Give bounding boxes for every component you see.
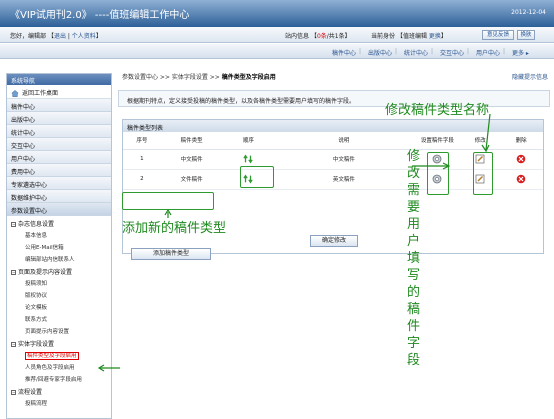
messages-label: 站内信息 (285, 33, 310, 40)
messages-total: /共1条 (326, 33, 345, 40)
row-type: 中文稿件 (160, 149, 223, 170)
sidebar-group-journal-info[interactable]: − 杂志信息设置 (7, 216, 111, 228)
delete-icon[interactable] (516, 154, 526, 164)
nav-item-more[interactable]: 更多 ▸ (512, 48, 529, 57)
sidebar-subitem-template[interactable]: 论文模板 (7, 300, 111, 312)
header-no: 序号 (123, 132, 161, 150)
nav-item-users[interactable]: 用户中心 (476, 48, 500, 57)
sidebar-item-interaction[interactable]: 交互中心 (7, 138, 111, 151)
logout-link[interactable]: 退出 (54, 33, 66, 40)
switch-skin-button[interactable]: 换肤 (517, 30, 535, 40)
nav-divider: | (431, 48, 434, 55)
feedback-button[interactable]: 意见反馈 (482, 30, 514, 40)
sidebar-group-entity-fields[interactable]: − 实体字段设置 (7, 336, 111, 348)
sidebar-item-expert-selection[interactable]: 专家遴选中心 (7, 177, 111, 190)
sidebar-subitem-public-email[interactable]: 公用E-Mail信箱 (7, 240, 111, 252)
highlight-order-row (240, 166, 274, 188)
sidebar-item-statistics[interactable]: 统计中心 (7, 125, 111, 138)
nav-item-interaction[interactable]: 交互中心 (440, 48, 464, 57)
sidebar-subitem-guidelines[interactable]: 投稿须知 (7, 276, 111, 288)
annotation-add: 添加新的稿件类型 (122, 221, 227, 236)
sidebar-title: 系统导航 (7, 74, 111, 85)
sidebar-home[interactable]: 返回工作桌面 (7, 85, 111, 99)
header-delete: 删除 (499, 132, 543, 150)
sidebar-subitem-roles[interactable]: 人员角色及字段启用 (7, 360, 111, 372)
highlight-gear-column (427, 152, 449, 195)
profile-link[interactable]: 个人资料 (72, 33, 96, 40)
panel-title: 稿件类型列表 (123, 120, 543, 132)
header-edit: 修改 (461, 132, 500, 150)
messages-count[interactable]: 0条 (317, 33, 327, 40)
greeting-text: 您好，编辑部 (10, 33, 47, 40)
row-description: 英文稿件 (274, 169, 414, 190)
breadcrumb-current: 稿件类型及字段启用 (221, 74, 276, 81)
row-description: 中文稿件 (274, 149, 414, 170)
nav-divider: | (359, 48, 362, 55)
sidebar-subitem-contact[interactable]: 联系方式 (7, 312, 111, 324)
sidebar-item-fees[interactable]: 费用中心 (7, 164, 111, 177)
header-date: 2012-12-04 (511, 9, 546, 16)
collapse-icon: − (11, 390, 16, 395)
collapse-icon: − (11, 222, 16, 227)
breadcrumb-path: 参数设置中心 >> 实体字段设置 >> (122, 74, 222, 81)
row-delete (499, 149, 543, 170)
row-no: 1 (123, 149, 161, 170)
nav-divider: | (467, 48, 470, 55)
collapse-icon: − (11, 270, 16, 275)
sidebar-item-manuscripts[interactable]: 稿件中心 (7, 99, 111, 112)
header-type: 稿件类型 (160, 132, 223, 150)
sidebar-home-label: 返回工作桌面 (22, 90, 59, 97)
nav-divider: | (395, 48, 398, 55)
sidebar: 系统导航 返回工作桌面 稿件中心 出版中心 统计中心 交互中心 用户中心 费用中… (6, 73, 112, 419)
sidebar-subitem-copyright[interactable]: 版权协议 (7, 288, 111, 300)
row-type: 文件稿件 (160, 169, 223, 190)
header-order: 顺序 (222, 132, 275, 150)
messages-info: 站内信息 【0条/共1条】 (285, 33, 351, 40)
sidebar-item-publishing[interactable]: 出版中心 (7, 112, 111, 125)
role-info: 当前身份 【值班编辑 更换】 (371, 33, 447, 40)
sidebar-subitem-experts[interactable]: 推荐/回避专家字段启用 (7, 372, 111, 384)
nav-item-publishing[interactable]: 出版中心 (368, 48, 392, 57)
confirm-edit-button[interactable]: 确定修改 (310, 235, 358, 247)
annotation-rename: 修改稿件类型名称 (385, 103, 490, 118)
nav-item-statistics[interactable]: 统计中心 (404, 48, 428, 57)
app-title: 《VIP试用刊2.0》 ----值班编辑工作中心 (10, 10, 190, 21)
highlight-edit-column (473, 152, 493, 195)
sidebar-subitem-page-tips[interactable]: 页面提示内容设置 (7, 324, 111, 336)
sidebar-subitem-manuscript-types[interactable]: 稿件类型及字段启用 (7, 348, 111, 360)
header-set-fields: 设置稿件字段 (413, 132, 462, 150)
sidebar-subitem-submission-flow[interactable]: 投稿流程 (7, 396, 111, 408)
header-description: 说明 (274, 132, 414, 150)
nav-divider: | (503, 48, 506, 55)
sidebar-subitem-basic-info[interactable]: 基本信息 (7, 228, 111, 240)
role-value: 值班编辑 (402, 33, 427, 40)
role-label: 当前身份 (371, 33, 396, 40)
row-delete (499, 169, 543, 190)
breadcrumb: 参数设置中心 >> 实体字段设置 >> 稿件类型及字段启用 (122, 72, 276, 81)
sidebar-item-parameters[interactable]: 参数设置中心 (7, 203, 111, 216)
sidebar-group-page-content[interactable]: − 页面及提示内容设置 (7, 264, 111, 276)
home-icon (11, 90, 19, 97)
user-info: 您好，编辑部 【退出 | 个人资料】 (10, 33, 102, 40)
app-header: 《VIP试用刊2.0》 ----值班编辑工作中心 2012-12-04 (0, 0, 554, 27)
sidebar-item-data-maintenance[interactable]: 数据维护中心 (7, 190, 111, 203)
change-role-link[interactable]: 更换 (429, 33, 441, 40)
main-content: 参数设置中心 >> 实体字段设置 >> 稿件类型及字段启用 隐藏提示信息 根据期… (118, 67, 550, 419)
sidebar-item-users[interactable]: 用户中心 (7, 151, 111, 164)
reorder-icon[interactable] (243, 154, 254, 164)
user-bar: 您好，编辑部 【退出 | 个人资料】 站内信息 【0条/共1条】 当前身份 【值… (0, 27, 554, 43)
add-manuscript-type-button[interactable]: 添加稿件类型 (131, 248, 211, 260)
top-nav: 稿件中心 | 出版中心 | 统计中心 | 交互中心 | 用户中心 | 更多 ▸ (0, 44, 554, 59)
row-no: 2 (123, 169, 161, 190)
sidebar-group-workflow[interactable]: − 流程设置 (7, 384, 111, 396)
sidebar-subitem-contacts[interactable]: 编辑部站内信联系人 (7, 252, 111, 264)
delete-icon[interactable] (516, 174, 526, 184)
hide-tip-link[interactable]: 隐藏提示信息 (512, 72, 548, 81)
table-header-row: 序号 稿件类型 顺序 说明 设置稿件字段 修改 删除 (123, 132, 543, 150)
highlight-add-button (122, 192, 214, 210)
annotation-fields: 修改需要用户填写的稿件字段 (407, 149, 421, 368)
nav-item-manuscripts[interactable]: 稿件中心 (332, 48, 356, 57)
collapse-icon: − (11, 342, 16, 347)
